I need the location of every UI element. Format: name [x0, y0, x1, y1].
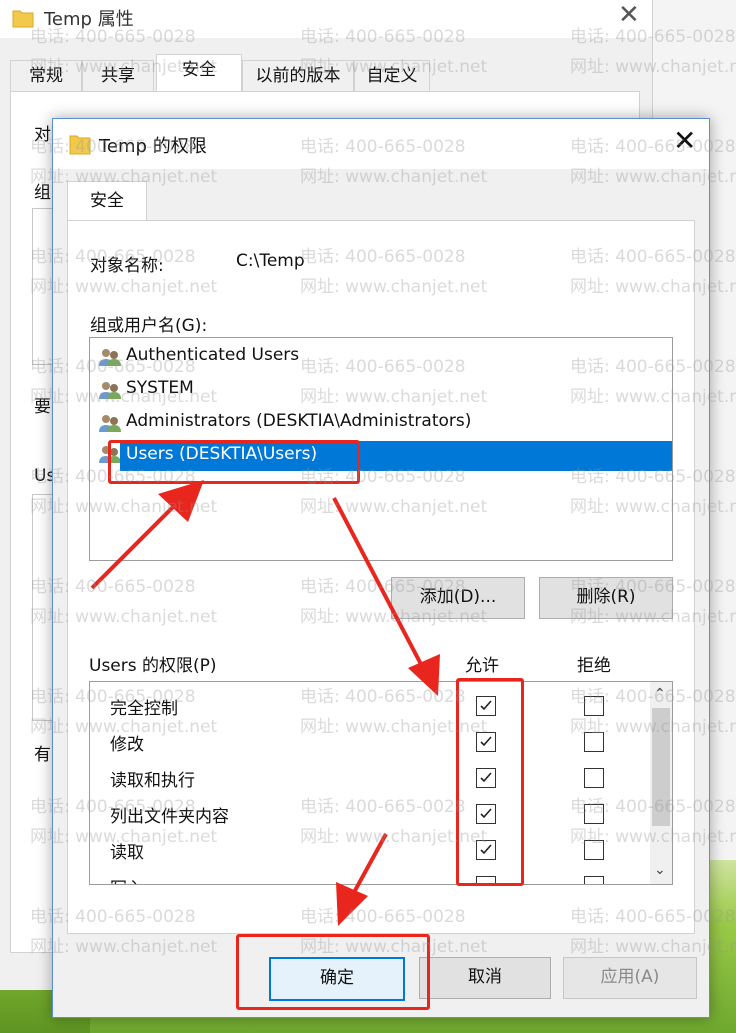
vertical-scrollbar[interactable]: ⌃ ⌄ [650, 682, 672, 884]
user-name: Administrators (DESKTIA\Administrators) [126, 411, 472, 431]
tab-previous-versions[interactable]: 以前的版本 [242, 60, 354, 91]
list-item[interactable]: Authenticated Users [96, 342, 666, 372]
permissions-dialog: Temp 的权限 ✕ 安全 对象名称: C:\Temp 组或用户名(G): Au… [52, 118, 710, 1018]
list-item[interactable]: SYSTEM [96, 375, 666, 405]
tab-general[interactable]: 常规 [10, 60, 82, 91]
tab-security[interactable]: 安全 [67, 181, 147, 222]
window-title: Temp 属性 [44, 9, 134, 30]
permission-name: 读取 [110, 843, 144, 863]
remove-button[interactable]: 删除(R) [539, 577, 673, 619]
folder-icon [69, 133, 91, 160]
permission-row: 列出文件夹内容 [90, 796, 646, 832]
add-button[interactable]: 添加(D)... [391, 577, 525, 619]
title-bar: Temp 的权限 ✕ [53, 119, 709, 169]
object-name-value: C:\Temp [236, 251, 305, 271]
deny-header: 拒绝 [577, 656, 611, 676]
allow-header: 允许 [465, 656, 499, 676]
permission-row: 读取 [90, 832, 646, 868]
deny-checkbox[interactable] [584, 840, 604, 860]
label-fragment: 有 [34, 745, 51, 765]
tab-customize[interactable]: 自定义 [354, 60, 430, 91]
permission-row: 完全控制 [90, 688, 646, 724]
annotation-box-allow [456, 678, 524, 886]
permission-name: 读取和执行 [110, 771, 195, 791]
permissions-list[interactable]: 完全控制修改读取和执行列出文件夹内容读取写入 ⌃ ⌄ [89, 681, 673, 885]
window-title: Temp 的权限 [99, 136, 207, 157]
deny-checkbox[interactable] [584, 876, 604, 884]
deny-checkbox[interactable] [584, 732, 604, 752]
permission-row: 写入 [90, 868, 646, 884]
permission-name: 完全控制 [110, 699, 178, 719]
label-fragment: 组 [34, 183, 51, 203]
permission-name: 修改 [110, 735, 144, 755]
close-icon[interactable]: ✕ [618, 2, 640, 28]
permission-name: 列出文件夹内容 [110, 807, 229, 827]
users-icon [98, 380, 122, 405]
group-label: 组或用户名(G): [90, 316, 208, 336]
cancel-button[interactable]: 取消 [419, 957, 551, 999]
label-fragment: 对 [34, 125, 51, 145]
deny-checkbox[interactable] [584, 696, 604, 716]
users-icon [98, 413, 122, 438]
deny-checkbox[interactable] [584, 768, 604, 788]
list-item[interactable]: Administrators (DESKTIA\Administrators) [96, 408, 666, 438]
user-name: SYSTEM [126, 378, 194, 398]
user-name: Authenticated Users [126, 345, 300, 365]
close-icon[interactable]: ✕ [673, 127, 696, 155]
deny-checkbox[interactable] [584, 804, 604, 824]
scroll-down-icon[interactable]: ⌄ [654, 862, 666, 878]
permission-row: 读取和执行 [90, 760, 646, 796]
permission-row: 修改 [90, 724, 646, 760]
title-bar: Temp 属性 ✕ [0, 0, 652, 38]
annotation-box-user [108, 440, 360, 484]
users-icon [98, 347, 122, 372]
permission-name: 写入 [110, 874, 144, 884]
tab-sharing[interactable]: 共享 [82, 60, 154, 91]
object-name-label: 对象名称: [90, 256, 164, 276]
permissions-label: Users 的权限(P) [89, 656, 217, 676]
tab-security[interactable]: 安全 [156, 54, 242, 93]
folder-icon [12, 8, 34, 33]
scroll-up-icon[interactable]: ⌃ [654, 686, 666, 702]
apply-button[interactable]: 应用(A) [563, 957, 697, 999]
label-fragment: 要 [34, 397, 51, 417]
annotation-box-ok [236, 934, 430, 1010]
scroll-thumb[interactable] [652, 708, 670, 826]
